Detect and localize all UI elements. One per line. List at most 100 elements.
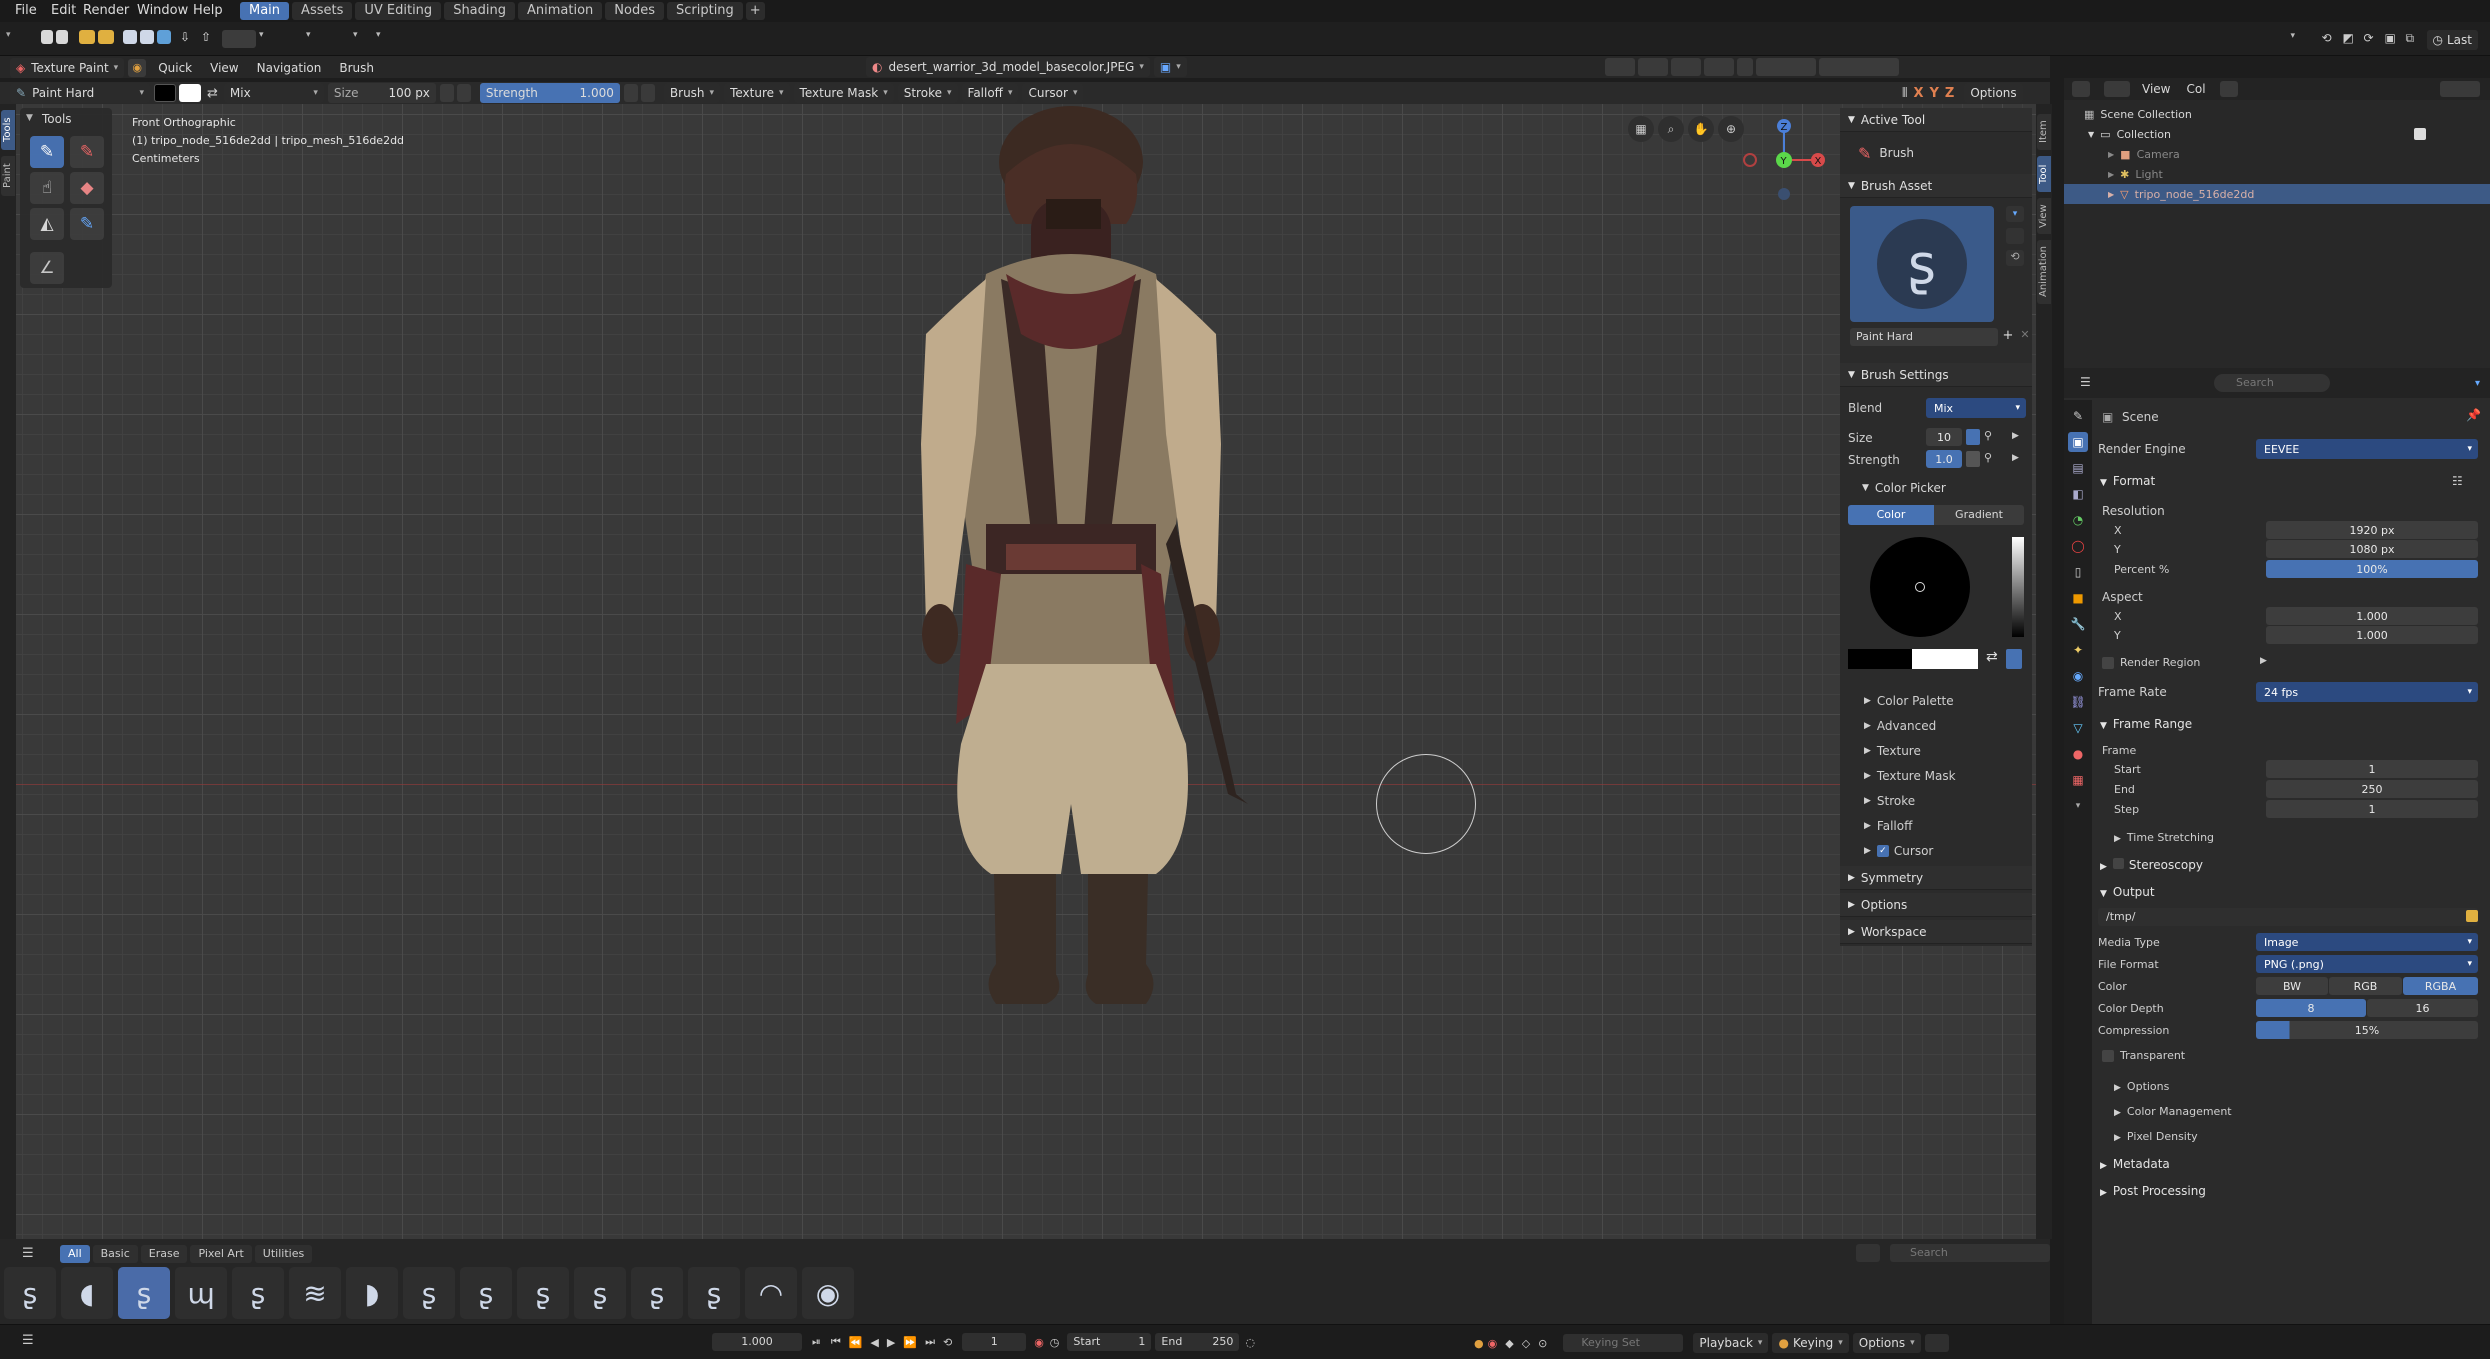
new-file-icon[interactable] bbox=[41, 30, 53, 44]
depth-8-button[interactable]: 8 bbox=[2256, 999, 2366, 1017]
render-engine-select[interactable]: EEVEE ▾ bbox=[2256, 439, 2478, 459]
import-icon[interactable]: ⇩ bbox=[180, 30, 198, 48]
tool-props-icon[interactable]: ✎ bbox=[2068, 406, 2088, 426]
current-frame-field[interactable]: 1 bbox=[962, 1333, 1027, 1351]
menu-file[interactable]: File bbox=[6, 0, 46, 22]
physics-props-icon[interactable]: ◉ bbox=[2068, 666, 2088, 686]
preview-range-icon[interactable]: ◌ bbox=[1245, 1336, 1255, 1349]
menu-view[interactable]: View bbox=[201, 57, 247, 79]
size-pressure-icon[interactable] bbox=[439, 84, 454, 102]
blend-dropdown[interactable]: Mix ▾ bbox=[223, 83, 324, 103]
layers-icon[interactable]: ⧉ bbox=[2406, 31, 2424, 49]
brush-search-input[interactable]: Search bbox=[1890, 1244, 2050, 1262]
menu-help[interactable]: Help bbox=[184, 0, 232, 22]
hamburger-menu-icon[interactable]: ☰ bbox=[22, 1246, 34, 1261]
active-tool-panel-header[interactable]: ▼ Active Tool bbox=[1840, 108, 2032, 132]
menu-falloff-dropdown[interactable]: Falloff ▾ bbox=[961, 83, 1019, 103]
size-pressure-icon[interactable] bbox=[1966, 429, 1980, 445]
swap-color-icon[interactable]: ⇄ bbox=[1986, 649, 1998, 665]
strength-dropper-icon[interactable]: ⚲ bbox=[1984, 451, 1998, 467]
brush-thumbnail[interactable]: ʂ bbox=[460, 1267, 512, 1319]
jump-end-icon[interactable]: ⏭ bbox=[925, 1335, 935, 1349]
timeline-view-icon[interactable] bbox=[1924, 1334, 1949, 1352]
last-operation-button[interactable]: ◷ Last bbox=[2426, 30, 2478, 50]
media-type-select[interactable]: Image ▾ bbox=[2256, 933, 2478, 951]
record-icon[interactable]: ◉ bbox=[1034, 1336, 1044, 1349]
timer-icon[interactable]: ◷ bbox=[1050, 1336, 1060, 1349]
end-frame-field[interactable]: End 250 bbox=[1155, 1333, 1240, 1351]
frame-start-field[interactable]: 1 bbox=[2266, 760, 2478, 778]
scene-dropdown-icon[interactable]: ▾ bbox=[2291, 31, 2303, 49]
strength-pressure-icon[interactable] bbox=[623, 84, 638, 102]
3d-viewport[interactable]: Front Orthographic (1) tripo_node_516de2… bbox=[16, 104, 2036, 1239]
brush-selector[interactable]: ✎ Paint Hard ▾ bbox=[10, 83, 150, 103]
keying-set-field[interactable]: Keying Set bbox=[1563, 1334, 1684, 1352]
remove-brush-icon[interactable]: ✕ bbox=[2018, 328, 2032, 346]
outliner-row-scene-collection[interactable]: ▦ Scene Collection bbox=[2064, 104, 2490, 124]
collapse-icon[interactable]: ▼ bbox=[26, 113, 33, 123]
blend-select[interactable]: Mix ▾ bbox=[1926, 398, 2026, 418]
view-layer-props-icon[interactable]: ◧ bbox=[2068, 484, 2088, 504]
timeline-menu-icon[interactable]: ☰ bbox=[22, 1333, 34, 1348]
keyframe-filter-icon[interactable]: ⊙ bbox=[1538, 1337, 1547, 1350]
brush-list-dropdown-icon[interactable]: ▾ bbox=[2006, 206, 2024, 222]
properties-search-input[interactable]: Search bbox=[2214, 374, 2330, 392]
pan-hand-icon[interactable]: ✋ bbox=[1688, 116, 1714, 142]
xray-icon[interactable] bbox=[1737, 58, 1753, 76]
more-tabs-icon[interactable]: ▾ bbox=[2068, 796, 2088, 816]
secondary-color-bar[interactable] bbox=[1912, 649, 1978, 669]
size-field[interactable]: 10 bbox=[1926, 428, 1962, 446]
output-props-icon[interactable]: ▤ bbox=[2068, 458, 2088, 478]
new-file-alt-icon[interactable] bbox=[56, 30, 68, 44]
workspace-tab-uv-editing[interactable]: UV Editing bbox=[355, 2, 442, 20]
texture-props-icon[interactable]: ▦ bbox=[2068, 770, 2088, 790]
filter-basic[interactable]: Basic bbox=[92, 1245, 138, 1263]
outliner-row-tripo-node[interactable]: ▶ ▽ tripo_node_516de2dd bbox=[2064, 184, 2490, 204]
collection-props-icon[interactable]: ▯ bbox=[2068, 562, 2088, 582]
color-rgba-button[interactable]: RGBA bbox=[2403, 977, 2478, 995]
add-workspace-icon[interactable]: + bbox=[745, 2, 765, 20]
filter-pixel-art[interactable]: Pixel Art bbox=[190, 1245, 252, 1263]
outliner-filter-icon[interactable] bbox=[2440, 81, 2480, 97]
auto-keying-icon[interactable]: ● bbox=[1474, 1337, 1484, 1350]
subpanel-falloff[interactable]: ▶ Falloff bbox=[1840, 813, 2032, 838]
outliner-row-collection[interactable]: ▼ ▭ Collection bbox=[2064, 124, 2490, 144]
swap-colors-icon[interactable]: ⇄ bbox=[207, 86, 218, 101]
menu-navigation[interactable]: Navigation bbox=[248, 57, 331, 79]
brush-thumbnail[interactable]: ʂ bbox=[4, 1267, 56, 1319]
strength-expand-icon[interactable]: ▶ bbox=[2012, 453, 2019, 463]
subpanel-cursor[interactable]: ▶ ✓ Cursor bbox=[1840, 838, 2032, 863]
shelf-filter-icon[interactable] bbox=[1856, 1244, 1880, 1262]
tool-blur-brush[interactable]: ✎ bbox=[70, 136, 104, 168]
gizmo-toggle-icon[interactable] bbox=[1819, 58, 1899, 76]
keying-record-icon[interactable]: ◉ bbox=[1488, 1337, 1498, 1350]
brush-thumbnail[interactable]: ◗ bbox=[346, 1267, 398, 1319]
image-slot-dropdown[interactable]: ▣ ▾ bbox=[1153, 57, 1187, 77]
frame-range-panel-header[interactable]: ▼ Frame Range bbox=[2100, 717, 2192, 731]
new-collection-icon[interactable] bbox=[2219, 81, 2238, 97]
world-props-icon[interactable]: ◯ bbox=[2068, 536, 2088, 556]
menu-stroke-dropdown[interactable]: Stroke ▾ bbox=[897, 83, 958, 103]
mirror-z-toggle[interactable]: Z bbox=[1945, 86, 1954, 101]
menu-cursor-dropdown[interactable]: Cursor ▾ bbox=[1022, 83, 1084, 103]
tab-view[interactable]: View bbox=[2037, 198, 2051, 234]
workspace-tab-scripting[interactable]: Scripting bbox=[666, 2, 743, 20]
workspace-panel-header[interactable]: ▶ Workspace bbox=[1840, 920, 2032, 944]
navigation-gizmo[interactable]: Z X Y bbox=[1736, 110, 1832, 206]
transform-orientation-icon[interactable] bbox=[1605, 58, 1635, 76]
secondary-color-swatch[interactable] bbox=[179, 84, 201, 102]
tool-smear-brush[interactable]: ☝ bbox=[30, 172, 64, 204]
jump-keyframe-forward-icon[interactable]: ⏩ bbox=[903, 1336, 917, 1349]
data-props-icon[interactable]: ▽ bbox=[2068, 718, 2088, 738]
brush-thumbnail[interactable]: ≋ bbox=[289, 1267, 341, 1319]
workspace-tab-animation[interactable]: Animation bbox=[518, 2, 603, 20]
filter-erase[interactable]: Erase bbox=[140, 1245, 188, 1263]
overlays-icon[interactable] bbox=[1704, 58, 1734, 76]
pin-icon[interactable]: 📌 bbox=[2466, 408, 2481, 422]
tab-tools[interactable]: Tools bbox=[1, 110, 15, 150]
pixel-density-header[interactable]: ▶ Pixel Density bbox=[2114, 1130, 2198, 1143]
resolution-y-field[interactable]: 1080 px bbox=[2266, 540, 2478, 558]
outliner-menu-col[interactable]: Col bbox=[2186, 82, 2205, 96]
color-tab-color[interactable]: Color bbox=[1848, 505, 1934, 525]
editor-type-icon[interactable] bbox=[2072, 81, 2090, 97]
